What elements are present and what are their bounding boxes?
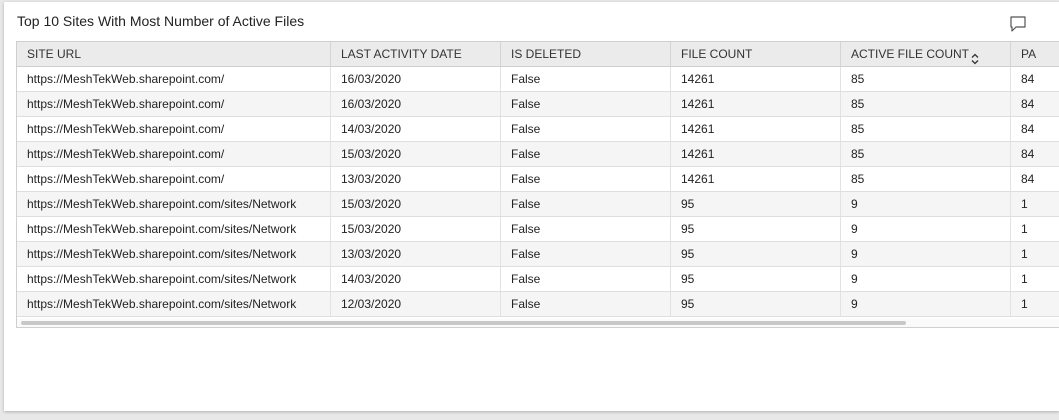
column-header-is-deleted[interactable]: IS DELETED	[501, 42, 671, 66]
active-file-count-cell: 85	[841, 167, 1011, 191]
site-url-cell: https://MeshTekWeb.sharepoint.com/sites/…	[17, 242, 331, 266]
active-file-count-cell: 9	[841, 192, 1011, 216]
comment-icon[interactable]	[1009, 15, 1027, 33]
is-deleted-cell: False	[501, 92, 671, 116]
table-row[interactable]: https://MeshTekWeb.sharepoint.com/16/03/…	[17, 67, 1059, 92]
active-file-count-cell: 9	[841, 292, 1011, 316]
last-activity-date-cell: 15/03/2020	[331, 192, 501, 216]
table-row[interactable]: https://MeshTekWeb.sharepoint.com/sites/…	[17, 267, 1059, 292]
active-file-count-cell: 85	[841, 67, 1011, 91]
is-deleted-cell: False	[501, 192, 671, 216]
is-deleted-cell: False	[501, 167, 671, 191]
is-deleted-cell: False	[501, 142, 671, 166]
site-url-cell: https://MeshTekWeb.sharepoint.com/sites/…	[17, 192, 331, 216]
active-file-count-cell: 9	[841, 267, 1011, 291]
table-row[interactable]: https://MeshTekWeb.sharepoint.com/16/03/…	[17, 92, 1059, 117]
file-count-cell: 14261	[671, 92, 841, 116]
table-row[interactable]: https://MeshTekWeb.sharepoint.com/sites/…	[17, 217, 1059, 242]
table-row[interactable]: https://MeshTekWeb.sharepoint.com/sites/…	[17, 192, 1059, 217]
pa-cell: 1	[1021, 247, 1028, 261]
last-activity-date-cell: 13/03/2020	[331, 167, 501, 191]
report-widget: Top 10 Sites With Most Number of Active …	[4, 2, 1059, 411]
site-url-cell: https://MeshTekWeb.sharepoint.com/	[17, 142, 331, 166]
data-grid: SITE URL LAST ACTIVITY DATE IS DELETED F…	[16, 41, 1059, 328]
file-count-cell: 95	[671, 292, 841, 316]
is-deleted-cell: False	[501, 217, 671, 241]
table-row[interactable]: https://MeshTekWeb.sharepoint.com/sites/…	[17, 292, 1059, 317]
column-header-active-file-count[interactable]: ACTIVE FILE COUNT	[841, 42, 1011, 66]
last-activity-date-cell: 16/03/2020	[331, 92, 501, 116]
last-activity-date-cell: 14/03/2020	[331, 117, 501, 141]
last-activity-date-cell: 15/03/2020	[331, 217, 501, 241]
site-url-cell: https://MeshTekWeb.sharepoint.com/sites/…	[17, 217, 331, 241]
pa-cell: 84	[1021, 172, 1035, 186]
active-file-count-cell: 85	[841, 117, 1011, 141]
is-deleted-cell: False	[501, 267, 671, 291]
grid-header: SITE URL LAST ACTIVITY DATE IS DELETED F…	[17, 42, 1059, 67]
file-count-cell: 14261	[671, 117, 841, 141]
file-count-cell: 14261	[671, 167, 841, 191]
site-url-cell: https://MeshTekWeb.sharepoint.com/	[17, 117, 331, 141]
site-url-cell: https://MeshTekWeb.sharepoint.com/	[17, 92, 331, 116]
table-row[interactable]: https://MeshTekWeb.sharepoint.com/13/03/…	[17, 167, 1059, 192]
last-activity-date-cell: 15/03/2020	[331, 142, 501, 166]
table-row[interactable]: https://MeshTekWeb.sharepoint.com/sites/…	[17, 242, 1059, 267]
file-count-cell: 95	[671, 217, 841, 241]
file-count-cell: 14261	[671, 142, 841, 166]
pa-cell: 84	[1021, 122, 1035, 136]
site-url-cell: https://MeshTekWeb.sharepoint.com/sites/…	[17, 292, 331, 316]
column-header-site-url[interactable]: SITE URL	[17, 42, 331, 66]
active-file-count-cell: 9	[841, 242, 1011, 266]
scrollbar-thumb[interactable]	[21, 321, 906, 325]
active-file-count-cell: 9	[841, 217, 1011, 241]
last-activity-date-cell: 14/03/2020	[331, 267, 501, 291]
horizontal-scrollbar[interactable]	[17, 319, 1059, 327]
file-count-cell: 95	[671, 192, 841, 216]
column-header-file-count[interactable]: FILE COUNT	[671, 42, 841, 66]
pa-cell: 1	[1021, 297, 1028, 311]
pa-cell: 1	[1021, 222, 1028, 236]
pa-cell: 84	[1021, 147, 1035, 161]
table-row[interactable]: https://MeshTekWeb.sharepoint.com/14/03/…	[17, 117, 1059, 142]
pa-cell: 84	[1021, 72, 1035, 86]
last-activity-date-cell: 13/03/2020	[331, 242, 501, 266]
is-deleted-cell: False	[501, 117, 671, 141]
pa-cell: 84	[1021, 97, 1035, 111]
is-deleted-cell: False	[501, 242, 671, 266]
sort-icon[interactable]	[971, 49, 979, 65]
column-header-last-activity-date[interactable]: LAST ACTIVITY DATE	[331, 42, 501, 66]
pa-cell: 1	[1021, 197, 1028, 211]
column-header-pa[interactable]: PA	[1011, 42, 1059, 66]
site-url-cell: https://MeshTekWeb.sharepoint.com/	[17, 67, 331, 91]
pa-cell: 1	[1021, 272, 1028, 286]
table-row[interactable]: https://MeshTekWeb.sharepoint.com/15/03/…	[17, 142, 1059, 167]
last-activity-date-cell: 16/03/2020	[331, 67, 501, 91]
file-count-cell: 95	[671, 267, 841, 291]
site-url-cell: https://MeshTekWeb.sharepoint.com/sites/…	[17, 267, 331, 291]
active-file-count-cell: 85	[841, 142, 1011, 166]
file-count-cell: 14261	[671, 67, 841, 91]
active-file-count-cell: 85	[841, 92, 1011, 116]
file-count-cell: 95	[671, 242, 841, 266]
is-deleted-cell: False	[501, 292, 671, 316]
site-url-cell: https://MeshTekWeb.sharepoint.com/	[17, 167, 331, 191]
last-activity-date-cell: 12/03/2020	[331, 292, 501, 316]
is-deleted-cell: False	[501, 67, 671, 91]
widget-title: Top 10 Sites With Most Number of Active …	[17, 13, 305, 29]
